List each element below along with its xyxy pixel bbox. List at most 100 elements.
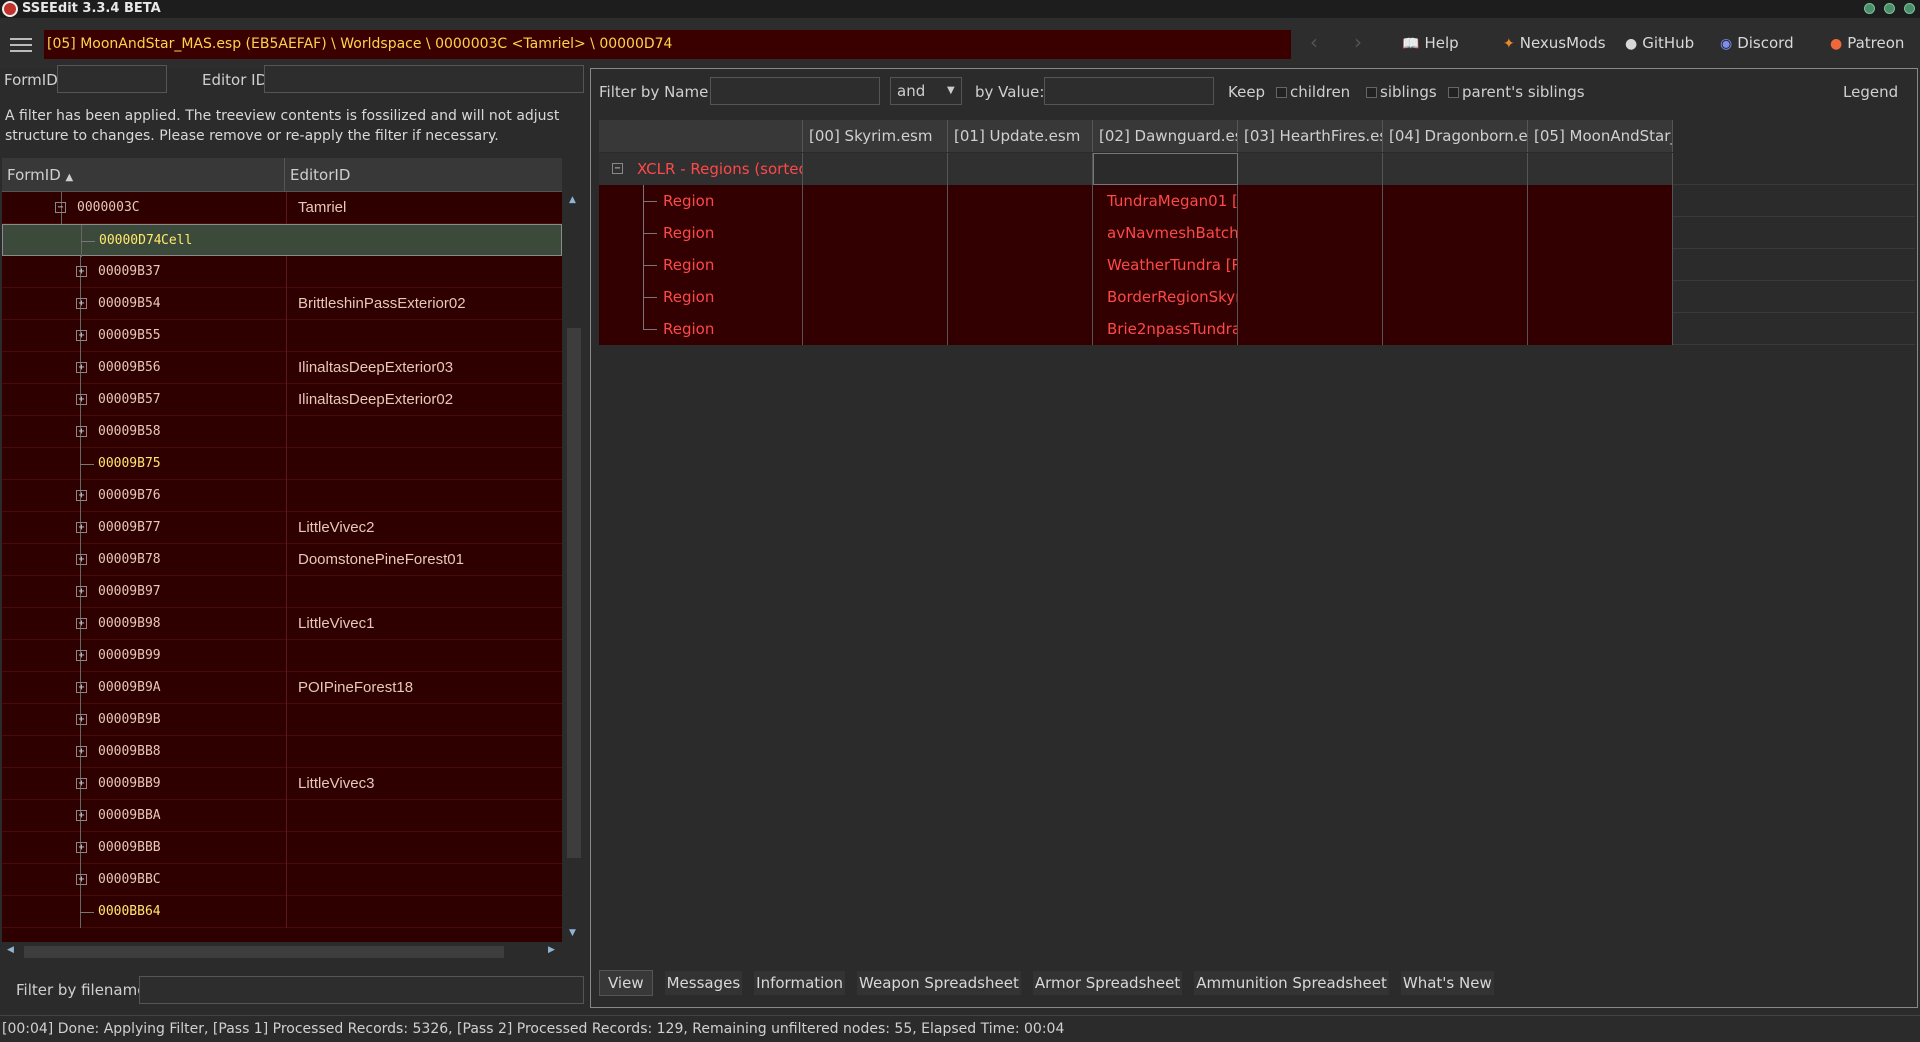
region-label-cell[interactable]: Region <box>599 217 803 249</box>
tree-row[interactable]: +00009BBB <box>2 832 562 864</box>
region-value-cell[interactable]: TundraMegan01 [REG... <box>1093 185 1238 217</box>
group-value-cell[interactable] <box>803 153 948 185</box>
tree-row[interactable]: 00009B75 <box>2 448 562 480</box>
tab-armor-spreadsheet[interactable]: Armor Spreadsheet <box>1032 971 1183 995</box>
tree-row[interactable]: +00009B99 <box>2 640 562 672</box>
plugin-column-header[interactable]: [03] HearthFires.esm <box>1238 120 1383 152</box>
discord-link[interactable]: ◉ Discord <box>1720 34 1794 52</box>
region-label-cell[interactable]: Region <box>599 281 803 313</box>
region-value-cell[interactable] <box>803 249 948 281</box>
region-label-cell[interactable]: Region <box>599 313 803 345</box>
region-value-cell[interactable] <box>948 281 1093 313</box>
maximize-button[interactable] <box>1884 3 1895 14</box>
expand-icon[interactable]: + <box>76 586 87 597</box>
expand-icon[interactable]: + <box>76 362 87 373</box>
tree-row[interactable]: +00009B56 IlinaltasDeepExterior03 <box>2 352 562 384</box>
region-label-cell[interactable]: Region <box>599 185 803 217</box>
expand-icon[interactable]: + <box>76 810 87 821</box>
region-value-cell[interactable] <box>803 185 948 217</box>
region-value-cell[interactable] <box>948 249 1093 281</box>
region-label-cell[interactable]: Region <box>599 249 803 281</box>
region-value-cell[interactable] <box>1238 185 1383 217</box>
tree-vertical-scrollbar[interactable]: ▲ ▼ <box>564 193 584 943</box>
region-value-cell[interactable] <box>1528 249 1673 281</box>
tab-messages[interactable]: Messages <box>664 971 743 995</box>
expand-icon[interactable]: + <box>76 266 87 277</box>
region-value-cell[interactable] <box>1238 249 1383 281</box>
region-value-cell[interactable]: avNavmeshBatch4 [R... <box>1093 217 1238 249</box>
help-link[interactable]: 📖 Help <box>1402 34 1459 52</box>
back-arrow-icon[interactable]: ‹ <box>1310 30 1318 54</box>
region-value-cell[interactable] <box>803 281 948 313</box>
group-value-cell[interactable]: ➤ <box>1093 153 1238 185</box>
tree-row[interactable]: +00009B9B <box>2 704 562 736</box>
tree-row[interactable]: +00009B9A POIPineForest18 <box>2 672 562 704</box>
editorid-input[interactable] <box>264 65 584 93</box>
expand-icon[interactable]: + <box>76 714 87 725</box>
github-link[interactable]: ● GitHub <box>1625 34 1694 52</box>
expand-icon[interactable]: + <box>76 330 87 341</box>
expand-icon[interactable]: + <box>76 842 87 853</box>
tree-row[interactable]: +00009BB9 LittleVivec3 <box>2 768 562 800</box>
keep-children-checkbox[interactable]: children <box>1276 83 1350 101</box>
tree-row[interactable]: +00009BBA <box>2 800 562 832</box>
region-value-cell[interactable] <box>803 217 948 249</box>
expand-icon[interactable]: + <box>76 874 87 885</box>
region-value-cell[interactable] <box>1383 313 1528 345</box>
group-value-cell[interactable] <box>1383 153 1528 185</box>
tree-row[interactable]: +00009B54 BrittleshinPassExterior02 <box>2 288 562 320</box>
group-value-cell[interactable] <box>1238 153 1383 185</box>
plugin-column-header[interactable]: [04] Dragonborn.esm <box>1383 120 1528 152</box>
expand-icon[interactable]: + <box>76 490 87 501</box>
tab-weapon-spreadsheet[interactable]: Weapon Spreadsheet <box>857 971 1021 995</box>
collapse-icon[interactable]: − <box>55 202 66 213</box>
scroll-down-icon[interactable]: ▼ <box>569 928 576 938</box>
tree-row[interactable]: +00009B57 IlinaltasDeepExterior02 <box>2 384 562 416</box>
expand-icon[interactable]: + <box>76 778 87 789</box>
region-value-cell[interactable]: WeatherTundra [REG... <box>1093 249 1238 281</box>
tree-row[interactable]: +00009BB8 <box>2 736 562 768</box>
expand-icon[interactable]: + <box>76 298 87 309</box>
tree-row[interactable]: +00009B76 <box>2 480 562 512</box>
region-value-cell[interactable] <box>1238 313 1383 345</box>
and-or-select[interactable]: and ▼ <box>890 77 962 105</box>
scroll-thumb[interactable] <box>567 328 581 858</box>
region-value-cell[interactable] <box>1238 217 1383 249</box>
group-label-cell[interactable]: − XCLR - Regions (sorted) <box>599 153 803 185</box>
scroll-right-icon[interactable]: ▶ <box>548 945 555 955</box>
keep-siblings-checkbox[interactable]: siblings <box>1366 83 1437 101</box>
group-value-cell[interactable] <box>1528 153 1673 185</box>
region-value-cell[interactable] <box>803 313 948 345</box>
collapse-icon[interactable]: − <box>612 163 623 174</box>
tree-row[interactable]: +00009B77 LittleVivec2 <box>2 512 562 544</box>
forward-arrow-icon[interactable]: › <box>1354 30 1362 54</box>
region-value-cell[interactable] <box>1528 185 1673 217</box>
tree-row[interactable]: 0000BB64 <box>2 896 562 928</box>
plugin-column-header[interactable]: [05] MoonAndStar_MA... <box>1528 120 1673 152</box>
region-value-cell[interactable] <box>1238 281 1383 313</box>
region-value-cell[interactable] <box>1383 249 1528 281</box>
tree-row[interactable]: −0000003C Tamriel <box>2 192 562 224</box>
tree-horizontal-scrollbar[interactable]: ◀ ▶ <box>2 943 562 961</box>
scroll-left-icon[interactable]: ◀ <box>7 945 14 955</box>
tree-row[interactable]: +00009B55 <box>2 320 562 352</box>
group-value-cell[interactable] <box>948 153 1093 185</box>
grid-corner-header[interactable] <box>599 120 803 152</box>
close-button[interactable] <box>1904 3 1915 14</box>
region-row[interactable]: Region avNavmeshBatch4 [R... <box>599 217 1915 249</box>
tab-ammunition-spreadsheet[interactable]: Ammunition Spreadsheet <box>1194 971 1389 995</box>
nexusmods-link[interactable]: ✦ NexusMods <box>1503 34 1606 52</box>
formid-column-header[interactable]: FormID ▲ <box>7 158 73 195</box>
tree-row[interactable]: +00009BBC <box>2 864 562 896</box>
expand-icon[interactable]: + <box>76 554 87 565</box>
plugin-column-header[interactable]: [01] Update.esm <box>948 120 1093 152</box>
expand-icon[interactable]: + <box>76 650 87 661</box>
region-value-cell[interactable] <box>948 185 1093 217</box>
tree-row[interactable]: +00009B97 <box>2 576 562 608</box>
menu-icon[interactable] <box>10 38 32 52</box>
expand-icon[interactable]: + <box>76 746 87 757</box>
tree-row[interactable]: +00009B98 LittleVivec1 <box>2 608 562 640</box>
tab-information[interactable]: Information <box>754 971 846 995</box>
filter-name-input[interactable] <box>710 77 880 105</box>
region-row[interactable]: Region Brie2npassTundra03 [... <box>599 313 1915 345</box>
